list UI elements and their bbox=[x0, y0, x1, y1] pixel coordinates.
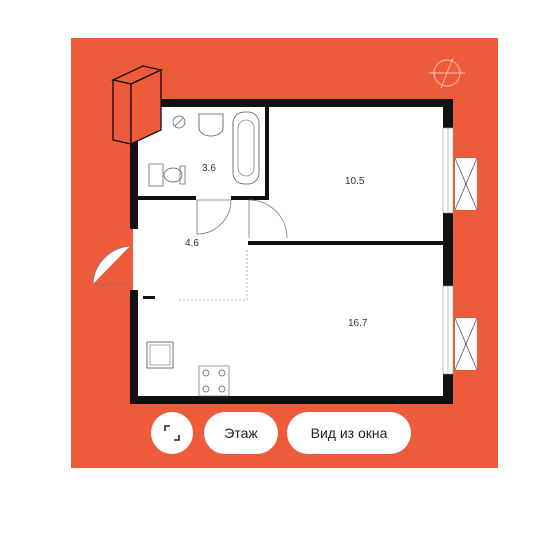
room-area-bedroom: 10.5 bbox=[345, 176, 365, 187]
floorplan-drawing bbox=[92, 57, 478, 404]
room-area-hallway: 4.6 bbox=[185, 238, 199, 249]
fullscreen-button[interactable] bbox=[151, 412, 193, 454]
room-area-bathroom: 3.6 bbox=[202, 163, 216, 174]
fullscreen-icon bbox=[164, 425, 180, 441]
window-view-button[interactable]: Вид из окна bbox=[287, 412, 411, 454]
floor-button[interactable]: Этаж bbox=[204, 412, 278, 454]
room-area-kitchen-living: 16.7 bbox=[348, 318, 368, 329]
floorplan-panel: Avito 3.6 10.5 4.6 16.7 Этаж Вид из окна bbox=[71, 38, 498, 468]
